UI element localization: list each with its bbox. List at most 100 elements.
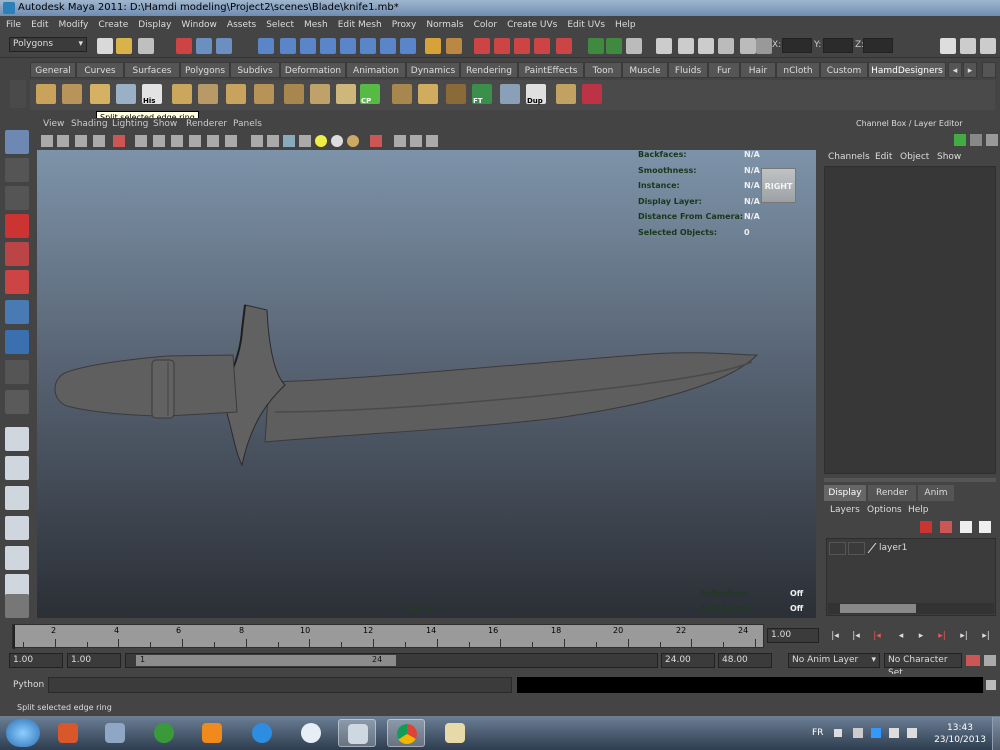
shelf-tab-general[interactable]: General	[30, 62, 76, 78]
channel-box-menu-channels[interactable]: Channels	[828, 152, 870, 162]
menu-window[interactable]: Window	[181, 20, 217, 30]
ipr-render-icon[interactable]	[474, 38, 490, 54]
shelf-smooth-icon[interactable]	[500, 84, 520, 104]
channel-box-toggle-icon[interactable]	[980, 38, 996, 54]
shelf-scroll-right-icon[interactable]: ▸	[963, 62, 977, 78]
shelf-tab-ncloth[interactable]: nCloth	[776, 62, 820, 78]
shelf-cylinder-icon[interactable]	[392, 84, 412, 104]
taskbar-app-6[interactable]	[292, 719, 330, 747]
anim-layer-select[interactable]: No Anim Layer ▾	[788, 653, 880, 668]
channel-box-menu-show[interactable]: Show	[937, 152, 961, 162]
menu-create-uvs[interactable]: Create UVs	[507, 20, 557, 30]
layer-tab-anim[interactable]: Anim	[918, 485, 954, 501]
move-layer-down-icon[interactable]	[979, 521, 991, 533]
shelf-extrude-icon[interactable]	[226, 84, 246, 104]
shelf-poly-plane-icon[interactable]	[36, 84, 56, 104]
shelf-tab-fur[interactable]: Fur	[708, 62, 740, 78]
volume-icon[interactable]	[907, 728, 917, 738]
viewport-menu-shading[interactable]: Shading	[71, 119, 108, 129]
tray-icon-1[interactable]	[853, 728, 863, 738]
transform-relative-icon[interactable]	[656, 38, 672, 54]
taskbar-chrome[interactable]	[387, 719, 425, 747]
character-set-select[interactable]: No Character Set	[884, 653, 962, 678]
current-time-indicator[interactable]	[13, 625, 15, 649]
step-forward-icon[interactable]: ▸|	[957, 630, 971, 642]
command-input[interactable]	[48, 677, 512, 693]
network-icon[interactable]	[889, 728, 899, 738]
safe-action-icon[interactable]	[207, 135, 219, 147]
snap-live-icon[interactable]	[340, 38, 356, 54]
viewport-menu-panels[interactable]: Panels	[233, 119, 262, 129]
textured-icon[interactable]	[299, 135, 311, 147]
shelf-poly-cube-icon[interactable]	[62, 84, 82, 104]
shelf-options-icon[interactable]	[10, 80, 26, 108]
step-forward-key-icon[interactable]: ▸|	[935, 630, 949, 642]
tray-expand-icon[interactable]	[834, 729, 842, 737]
attribute-editor-icon[interactable]	[940, 38, 956, 54]
shelf-cube-icon[interactable]	[418, 84, 438, 104]
bookmark-icon[interactable]	[75, 135, 87, 147]
grid-toggle-icon[interactable]	[113, 135, 125, 147]
shelf-merge-icon[interactable]	[336, 84, 356, 104]
menu-select[interactable]: Select	[266, 20, 294, 30]
shelf-split-edge-ring-icon[interactable]	[172, 84, 192, 104]
menu-assets[interactable]: Assets	[227, 20, 256, 30]
current-frame-field[interactable]: 1.00	[767, 628, 819, 643]
layout-persp-graph-icon[interactable]	[5, 516, 29, 540]
shelf-sphere-icon[interactable]	[446, 84, 466, 104]
snap-grid-icon[interactable]	[258, 38, 274, 54]
shelf-tab-deformation[interactable]: Deformation	[280, 62, 346, 78]
shelf-tab-hamddesigners[interactable]: HamdDesigners	[868, 62, 946, 78]
shelf-append-icon[interactable]	[310, 84, 330, 104]
camera-select-icon[interactable]	[41, 135, 53, 147]
render-current-frame-icon[interactable]	[446, 38, 462, 54]
shelf-combine-icon[interactable]	[556, 84, 576, 104]
select-component-icon[interactable]	[216, 38, 232, 54]
shelf-center-pivot-icon[interactable]: CP	[360, 84, 380, 105]
image-plane-icon[interactable]	[93, 135, 105, 147]
save-scene-icon[interactable]	[138, 38, 154, 54]
xray-icon[interactable]	[394, 135, 406, 147]
select-object-icon[interactable]	[196, 38, 212, 54]
viewport-menu-show[interactable]: Show	[153, 119, 177, 129]
wireframe-icon[interactable]	[251, 135, 263, 147]
tool-settings-icon[interactable]	[960, 38, 976, 54]
layer-row[interactable]: layer1	[829, 542, 994, 555]
layout-four-pane-icon[interactable]	[5, 456, 29, 480]
layer-menu-options[interactable]: Options	[867, 505, 902, 515]
channel-box-menu-edit[interactable]: Edit	[875, 152, 892, 162]
render-view-icon[interactable]	[534, 38, 550, 54]
shelf-tab-polygons[interactable]: Polygons	[180, 62, 230, 78]
step-back-key-icon[interactable]: |◂	[870, 630, 884, 642]
rename-icon[interactable]	[678, 38, 694, 54]
script-editor-icon[interactable]	[986, 680, 996, 690]
shelf-tab-hair[interactable]: Hair	[740, 62, 776, 78]
channel-box-lock-icon[interactable]	[970, 134, 982, 146]
step-back-icon[interactable]: |◂	[849, 630, 863, 642]
menu-help[interactable]: Help	[615, 20, 636, 30]
play-forwards-icon[interactable]: ▸	[914, 630, 928, 642]
layer-horizontal-scrollbar[interactable]	[828, 603, 994, 614]
playback-start-field[interactable]: 1.00	[67, 653, 121, 668]
field-chart-icon[interactable]	[189, 135, 201, 147]
shelf-tab-surfaces[interactable]: Surfaces	[124, 62, 180, 78]
menu-set-select[interactable]: Polygons ▾	[9, 37, 87, 52]
camera-attributes-icon[interactable]	[57, 135, 69, 147]
start-button-icon[interactable]	[6, 719, 40, 747]
magnet-icon[interactable]	[556, 38, 572, 54]
play-backwards-icon[interactable]: ◂	[894, 630, 908, 642]
show-hide-channel-box-icon[interactable]	[626, 38, 642, 54]
move-tool-icon[interactable]	[5, 214, 29, 238]
scale-tool-icon[interactable]	[5, 270, 29, 294]
channel-layer-splitter[interactable]	[824, 478, 996, 482]
layer-tab-display[interactable]: Display	[824, 485, 866, 501]
layout-persp-outliner-icon[interactable]	[5, 486, 29, 510]
layout-hypershade-icon[interactable]	[5, 546, 29, 570]
rotate-tool-icon[interactable]	[5, 242, 29, 266]
smooth-shade-icon[interactable]	[267, 135, 279, 147]
ambient-occlusion-icon[interactable]	[347, 135, 359, 147]
lock-icon[interactable]	[425, 38, 441, 54]
taskbar-app-2[interactable]	[96, 719, 134, 747]
shelf-tab-dynamics[interactable]: Dynamics	[406, 62, 460, 78]
shelf-tab-toon[interactable]: Toon	[584, 62, 622, 78]
